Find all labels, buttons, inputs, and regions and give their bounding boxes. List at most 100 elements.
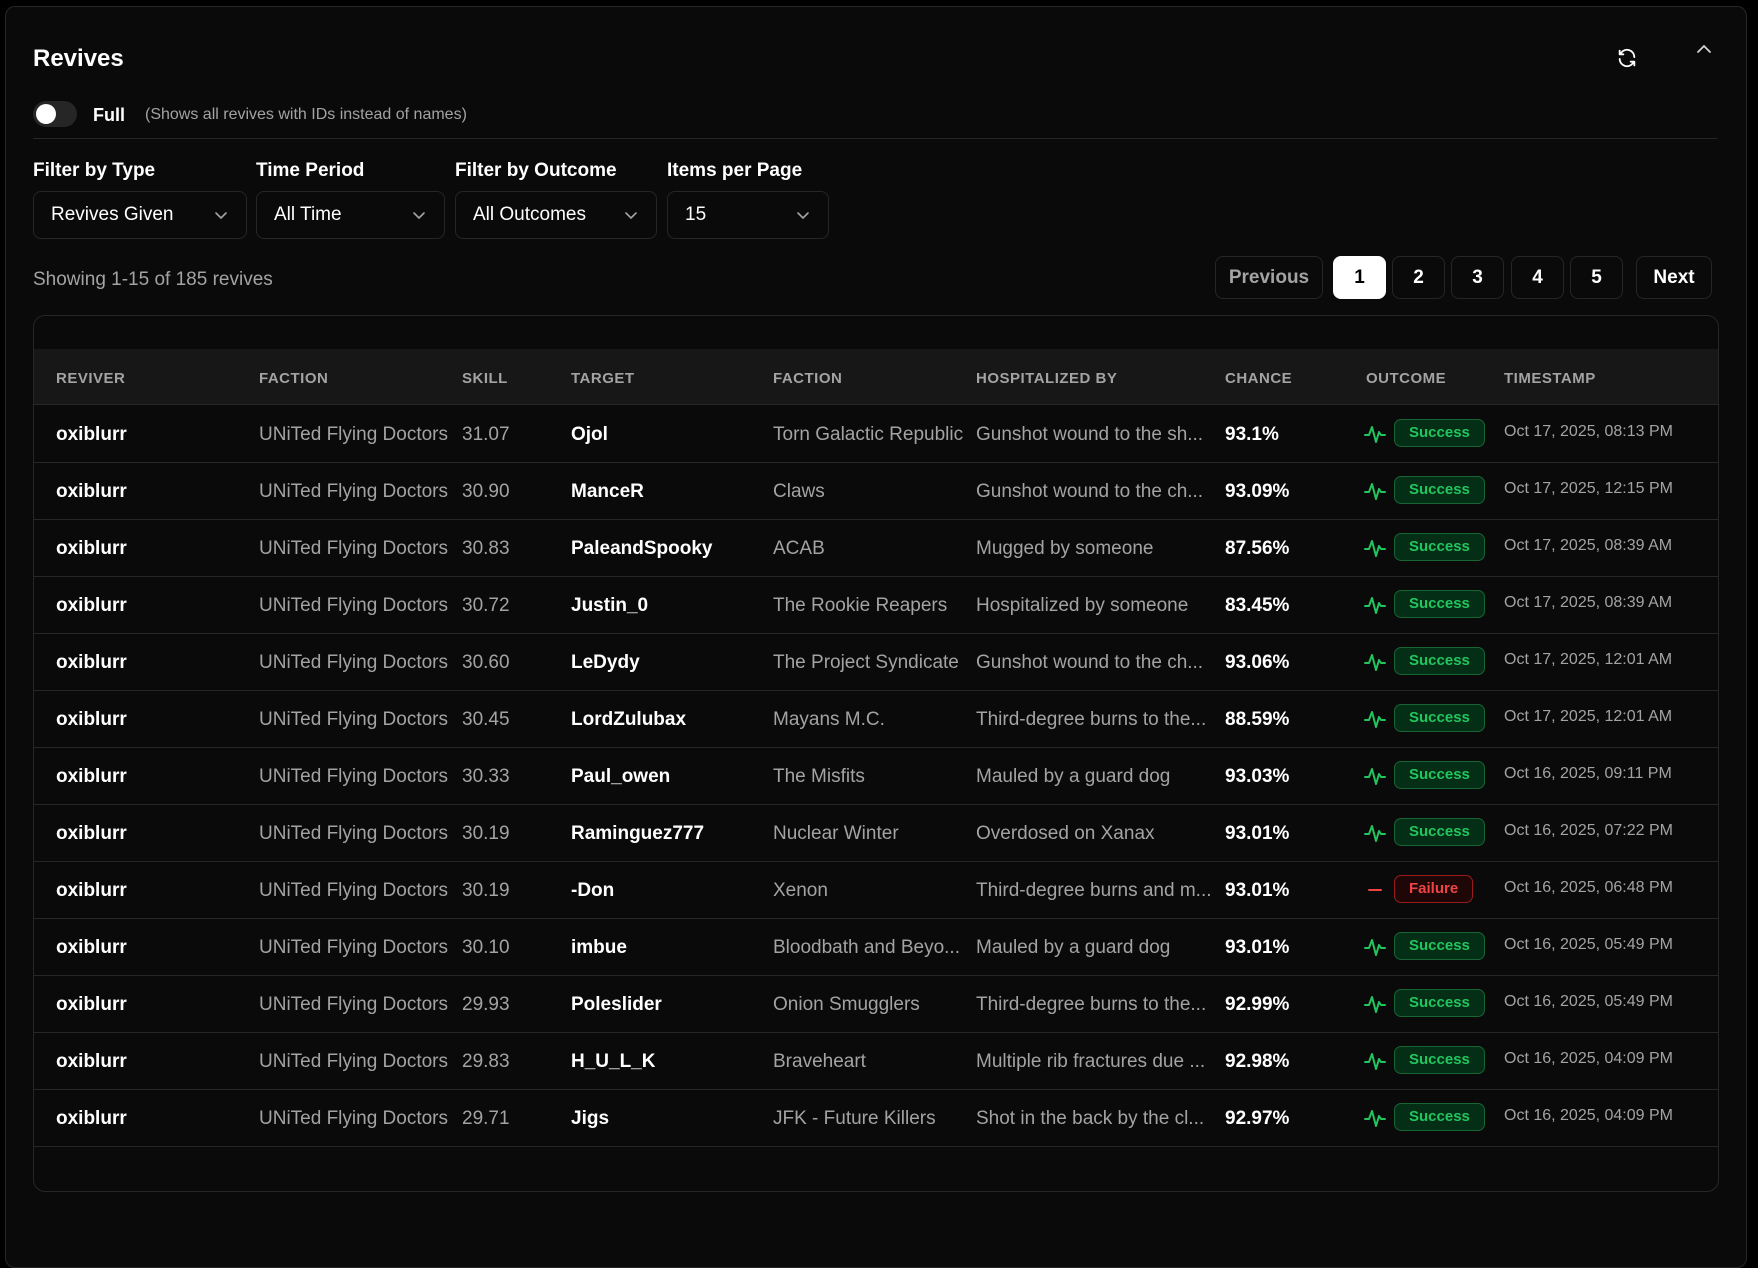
heartbeat-icon (1364, 1110, 1386, 1127)
target-cell[interactable]: Jigs (571, 1108, 609, 1130)
hospitalized-by-cell: Hospitalized by someone (976, 595, 1189, 616)
target-cell[interactable]: H_U_L_K (571, 1051, 655, 1073)
reviver-cell[interactable]: oxiblurr (56, 766, 127, 788)
col-target[interactable]: TARGET (571, 370, 635, 387)
target-cell[interactable]: Raminguez777 (571, 823, 704, 845)
skill-cell: 31.07 (462, 424, 510, 445)
timestamp-cell: Oct 16, 2025, 04:09 PM (1504, 1107, 1673, 1124)
reviver-cell[interactable]: oxiblurr (56, 937, 127, 959)
col-timestamp[interactable]: TIMESTAMP (1504, 370, 1596, 387)
reviver-cell[interactable]: oxiblurr (56, 595, 127, 617)
hospitalized-by-cell: Gunshot wound to the ch... (976, 481, 1204, 502)
full-toggle[interactable] (33, 101, 77, 127)
skill-cell: 30.83 (462, 538, 510, 559)
filter-outcome-select[interactable]: All Outcomes (455, 191, 657, 239)
time-period-select[interactable]: All Time (256, 191, 445, 239)
table-row[interactable]: oxiblurr UNiTed Flying Doctors 30.19 -Don Xe… (34, 861, 1718, 919)
col-outcome[interactable]: OUTCOME (1366, 370, 1446, 387)
page-2-button[interactable]: 2 (1392, 256, 1445, 299)
target-cell[interactable]: Paul_owen (571, 766, 670, 788)
reviver-cell[interactable]: oxiblurr (56, 424, 127, 446)
chance-cell: 93.09% (1225, 481, 1290, 502)
faction-cell: UNiTed Flying Doctors (259, 880, 448, 901)
faction-cell: UNiTed Flying Doctors (259, 424, 448, 445)
reviver-cell[interactable]: oxiblurr (56, 880, 127, 902)
target-faction-cell: The Rookie Reapers (773, 595, 948, 616)
skill-cell: 30.10 (462, 937, 510, 958)
table-row[interactable]: oxiblurr UNiTed Flying Doctors 30.10 imbue B… (34, 918, 1718, 976)
table-row[interactable]: oxiblurr UNiTed Flying Doctors 29.93 Polesl… (34, 975, 1718, 1033)
reviver-cell[interactable]: oxiblurr (56, 709, 127, 731)
col-chance[interactable]: CHANCE (1225, 370, 1292, 387)
reviver-cell[interactable]: oxiblurr (56, 538, 127, 560)
timestamp-cell: Oct 17, 2025, 08:13 PM (1504, 423, 1673, 440)
target-cell[interactable]: Poleslider (571, 994, 662, 1016)
filter-type-select[interactable]: Revives Given (33, 191, 247, 239)
hospitalized-by-cell: Gunshot wound to the ch... (976, 652, 1204, 673)
page-4-button[interactable]: 4 (1511, 256, 1564, 299)
table-row[interactable]: oxiblurr UNiTed Flying Doctors 30.90 ManceR… (34, 462, 1718, 520)
hospitalized-by-cell: Overdosed on Xanax (976, 823, 1155, 844)
timestamp-cell: Oct 17, 2025, 12:15 PM (1504, 480, 1673, 497)
page-3-button[interactable]: 3 (1451, 256, 1504, 299)
next-button[interactable]: Next (1636, 256, 1712, 299)
table-row[interactable]: oxiblurr UNiTed Flying Doctors 30.45 LordZu… (34, 690, 1718, 748)
reviver-cell[interactable]: oxiblurr (56, 823, 127, 845)
col-skill[interactable]: SKILL (462, 370, 508, 387)
table-row[interactable]: oxiblurr UNiTed Flying Doctors 31.07 Ojol To… (34, 405, 1718, 463)
target-cell[interactable]: Ojol (571, 424, 608, 446)
skill-cell: 30.33 (462, 766, 510, 787)
reviver-cell[interactable]: oxiblurr (56, 1051, 127, 1073)
target-cell[interactable]: -Don (571, 880, 614, 902)
page-5-button[interactable]: 5 (1570, 256, 1623, 299)
col-hospitalized-by[interactable]: HOSPITALIZED BY (976, 370, 1117, 387)
faction-cell: UNiTed Flying Doctors (259, 766, 448, 787)
col-target-faction[interactable]: FACTION (773, 370, 842, 387)
table-row[interactable]: oxiblurr UNiTed Flying Doctors 30.83 Palean… (34, 519, 1718, 577)
faction-cell: UNiTed Flying Doctors (259, 538, 448, 559)
skill-cell: 29.83 (462, 1051, 510, 1072)
outcome-badge: Success (1394, 989, 1485, 1017)
table-row[interactable]: oxiblurr UNiTed Flying Doctors 30.60 LeDydy… (34, 633, 1718, 691)
refresh-icon[interactable] (1616, 47, 1638, 69)
target-faction-cell: Torn Galactic Republic (773, 424, 963, 445)
chevron-up-icon[interactable] (1694, 41, 1714, 57)
outcome-badge: Success (1394, 1046, 1485, 1074)
page-1-button[interactable]: 1 (1333, 256, 1386, 299)
outcome-badge: Failure (1394, 875, 1474, 903)
table-row[interactable]: oxiblurr UNiTed Flying Doctors 29.71 Jigs JF… (34, 1089, 1718, 1147)
table-row[interactable]: oxiblurr UNiTed Flying Doctors 29.83 H_U_L_… (34, 1032, 1718, 1090)
timestamp-cell: Oct 16, 2025, 04:09 PM (1504, 1050, 1673, 1067)
hospitalized-by-cell: Third-degree burns and m... (976, 880, 1211, 901)
target-cell[interactable]: LordZulubax (571, 709, 686, 731)
panel-title: Revives (33, 45, 124, 72)
heartbeat-icon (1364, 1053, 1386, 1070)
chance-cell: 92.99% (1225, 994, 1290, 1015)
faction-cell: UNiTed Flying Doctors (259, 823, 448, 844)
reviver-cell[interactable]: oxiblurr (56, 994, 127, 1016)
reviver-cell[interactable]: oxiblurr (56, 1108, 127, 1130)
target-cell[interactable]: PaleandSpooky (571, 538, 713, 560)
table-row[interactable]: oxiblurr UNiTed Flying Doctors 30.72 Justin… (34, 576, 1718, 634)
table-row[interactable]: oxiblurr UNiTed Flying Doctors 30.33 Paul_o… (34, 747, 1718, 805)
reviver-cell[interactable]: oxiblurr (56, 652, 127, 674)
outcome-badge: Success (1394, 647, 1485, 675)
target-cell[interactable]: imbue (571, 937, 627, 959)
target-cell[interactable]: LeDydy (571, 652, 640, 674)
col-reviver[interactable]: REVIVER (56, 370, 125, 387)
heartbeat-icon (1364, 711, 1386, 728)
col-faction[interactable]: FACTION (259, 370, 328, 387)
skill-cell: 30.60 (462, 652, 510, 673)
target-cell[interactable]: ManceR (571, 481, 644, 503)
target-faction-cell: Xenon (773, 880, 828, 901)
previous-button[interactable]: Previous (1215, 256, 1323, 299)
table-row[interactable]: oxiblurr UNiTed Flying Doctors 30.19 Raming… (34, 804, 1718, 862)
target-faction-cell: JFK - Future Killers (773, 1108, 936, 1129)
chance-cell: 92.97% (1225, 1108, 1290, 1129)
skill-cell: 30.72 (462, 595, 510, 616)
target-cell[interactable]: Justin_0 (571, 595, 648, 617)
table-header: REVIVER FACTION SKILL TARGET FACTION HOS… (34, 349, 1718, 405)
timestamp-cell: Oct 17, 2025, 08:39 AM (1504, 594, 1673, 611)
items-per-page-select[interactable]: 15 (667, 191, 829, 239)
reviver-cell[interactable]: oxiblurr (56, 481, 127, 503)
